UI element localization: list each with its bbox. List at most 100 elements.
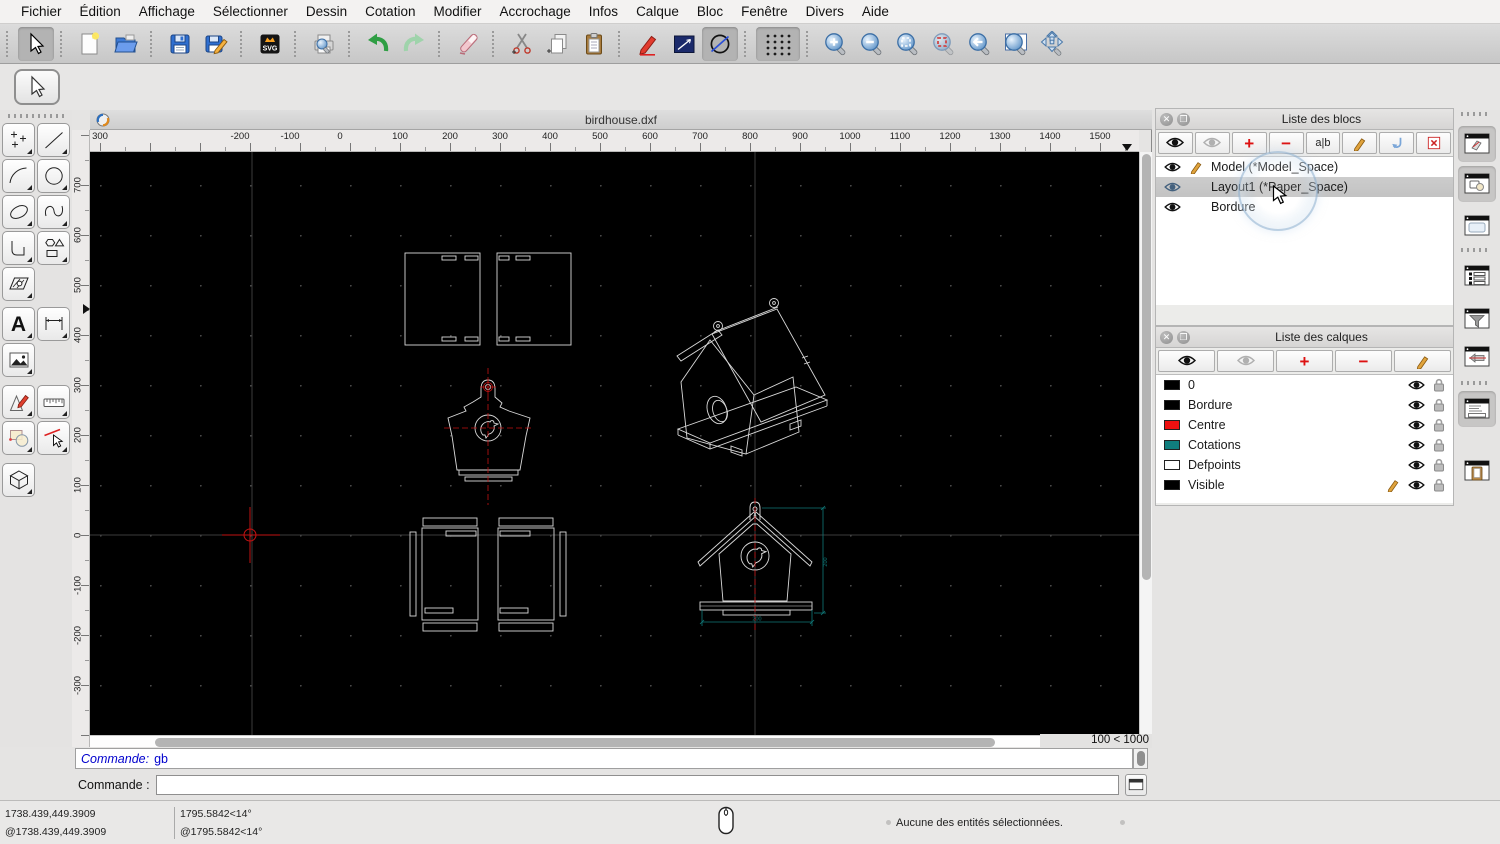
solid-3d-tool-button[interactable]: [2, 463, 35, 497]
layer-visibility-eye-icon[interactable]: [1408, 440, 1425, 451]
measure-tool-button[interactable]: [37, 385, 70, 419]
zoom-in-button[interactable]: [818, 27, 854, 61]
insert-block-button[interactable]: [1379, 132, 1415, 154]
command-options-button[interactable]: [1124, 773, 1147, 796]
zoom-previous-button[interactable]: [962, 27, 998, 61]
svg-export-button[interactable]: SVG: [252, 27, 288, 61]
layer-row-0[interactable]: 0: [1156, 375, 1453, 395]
layer-row-cotations[interactable]: Cotations: [1156, 435, 1453, 455]
purge-blocks-button[interactable]: [1416, 132, 1451, 154]
blocks-panel-titlebar[interactable]: ✕ ❐ Liste des blocs: [1156, 109, 1453, 130]
zoom-out-button[interactable]: [854, 27, 890, 61]
grid-toggle-button[interactable]: [756, 26, 800, 61]
dimension-tool-button[interactable]: [37, 307, 70, 341]
menu-bloc[interactable]: Bloc: [688, 4, 732, 19]
layer-lock-icon[interactable]: [1433, 478, 1445, 492]
menu-accrochage[interactable]: Accrochage: [490, 4, 579, 19]
menu-edition[interactable]: Édition: [71, 4, 130, 19]
layer-lock-icon[interactable]: [1433, 398, 1445, 412]
select-entity-tool-button[interactable]: [37, 421, 70, 455]
undo-button[interactable]: [360, 27, 396, 61]
add-block-button[interactable]: +: [1231, 132, 1267, 154]
layer-visibility-eye-icon[interactable]: [1408, 380, 1425, 391]
save-button[interactable]: [162, 27, 198, 61]
layers-panel-titlebar[interactable]: ✕ ❐ Liste des calques: [1156, 327, 1453, 348]
polyline-tool-button[interactable]: [2, 231, 35, 265]
new-document-button[interactable]: [72, 27, 108, 61]
polygon-tool-button[interactable]: [37, 231, 70, 265]
h-scroll-thumb[interactable]: [155, 737, 995, 747]
visibility-eye-icon[interactable]: [1164, 182, 1181, 193]
canvas-horizontal-scrollbar[interactable]: [90, 735, 1040, 747]
modify-tool-button[interactable]: [2, 385, 35, 419]
layer-visibility-eye-icon[interactable]: [1408, 420, 1425, 431]
layer-show-all-button[interactable]: [1158, 350, 1215, 372]
dock-library-browser-button[interactable]: [1458, 166, 1496, 202]
menu-dessin[interactable]: Dessin: [297, 4, 356, 19]
command-history-scroll-thumb[interactable]: [1136, 751, 1145, 766]
visibility-eye-icon[interactable]: [1164, 202, 1181, 213]
open-file-button[interactable]: [108, 27, 144, 61]
command-history-scrollbar[interactable]: [1133, 748, 1148, 769]
block-hide-all-button[interactable]: [1194, 132, 1230, 154]
zoom-pan-button[interactable]: [1034, 27, 1070, 61]
print-preview-button[interactable]: [306, 27, 342, 61]
cut-button[interactable]: [504, 27, 540, 61]
command-input[interactable]: [155, 774, 1119, 795]
dock-layer-list-button[interactable]: [1458, 258, 1496, 294]
layer-visibility-eye-icon[interactable]: [1408, 400, 1425, 411]
menu-cotation[interactable]: Cotation: [356, 4, 424, 19]
line-tool-button[interactable]: [666, 27, 702, 61]
add-layer-button[interactable]: +: [1276, 350, 1333, 372]
v-scroll-thumb[interactable]: [1142, 154, 1151, 580]
rename-block-button[interactable]: a|b: [1305, 132, 1341, 154]
layer-hide-all-button[interactable]: [1217, 350, 1274, 372]
layer-row-visible[interactable]: Visible: [1156, 475, 1453, 495]
document-titlebar[interactable]: birdhouse.dxf: [90, 110, 1152, 130]
zoom-auto-button[interactable]: [890, 27, 926, 61]
block-show-all-button[interactable]: [1158, 132, 1193, 154]
copy-button[interactable]: [540, 27, 576, 61]
circle-tool-button[interactable]: [702, 26, 738, 61]
command-history[interactable]: Commande: gb: [75, 748, 1133, 769]
spline-tool-button[interactable]: [37, 195, 70, 229]
line-tool-palette-button[interactable]: [37, 123, 70, 157]
redo-button[interactable]: [396, 27, 432, 61]
layer-visibility-eye-icon[interactable]: [1408, 460, 1425, 471]
zoom-selection-button[interactable]: [926, 27, 962, 61]
layer-lock-icon[interactable]: [1433, 378, 1445, 392]
layer-row-bordure[interactable]: Bordure: [1156, 395, 1453, 415]
menu-fenetre[interactable]: Fenêtre: [732, 4, 797, 19]
remove-layer-button[interactable]: −: [1335, 350, 1392, 372]
menu-calque[interactable]: Calque: [627, 4, 688, 19]
layer-row-centre[interactable]: Centre: [1156, 415, 1453, 435]
zoom-window-button[interactable]: [998, 27, 1034, 61]
edit-layer-button[interactable]: [1394, 350, 1451, 372]
dock-clipboard-button[interactable]: [1458, 453, 1496, 489]
dock-pen-settings-button[interactable]: [1458, 339, 1496, 375]
layer-row-defpoints[interactable]: Defpoints: [1156, 455, 1453, 475]
dock-command-widget-button[interactable]: [1458, 391, 1496, 427]
block-tool-button[interactable]: [2, 421, 35, 455]
close-icon[interactable]: ✕: [1160, 330, 1173, 344]
layer-visibility-eye-icon[interactable]: [1408, 480, 1425, 491]
dock-preview-button[interactable]: [1458, 208, 1496, 244]
dock-block-list-button[interactable]: [1458, 126, 1496, 162]
select-arrow-button[interactable]: [18, 26, 54, 61]
menu-aide[interactable]: Aide: [853, 4, 898, 19]
ellipse-tool-button[interactable]: [2, 195, 35, 229]
menu-selectionner[interactable]: Sélectionner: [204, 4, 297, 19]
float-window-icon[interactable]: ❐: [1177, 330, 1190, 344]
float-window-icon[interactable]: ❐: [1177, 112, 1190, 126]
points-tool-button[interactable]: [2, 123, 35, 157]
drawing-canvas[interactable]: 200 200: [90, 152, 1139, 735]
edit-block-button[interactable]: [1342, 132, 1378, 154]
menu-modifier[interactable]: Modifier: [424, 4, 490, 19]
draw-pen-button[interactable]: [630, 27, 666, 61]
dock-filter-button[interactable]: [1458, 301, 1496, 337]
visibility-eye-icon[interactable]: [1164, 162, 1181, 173]
arc-tool-button[interactable]: [2, 159, 35, 193]
erase-button[interactable]: [450, 27, 486, 61]
layer-lock-icon[interactable]: [1433, 438, 1445, 452]
image-tool-button[interactable]: [2, 343, 35, 377]
